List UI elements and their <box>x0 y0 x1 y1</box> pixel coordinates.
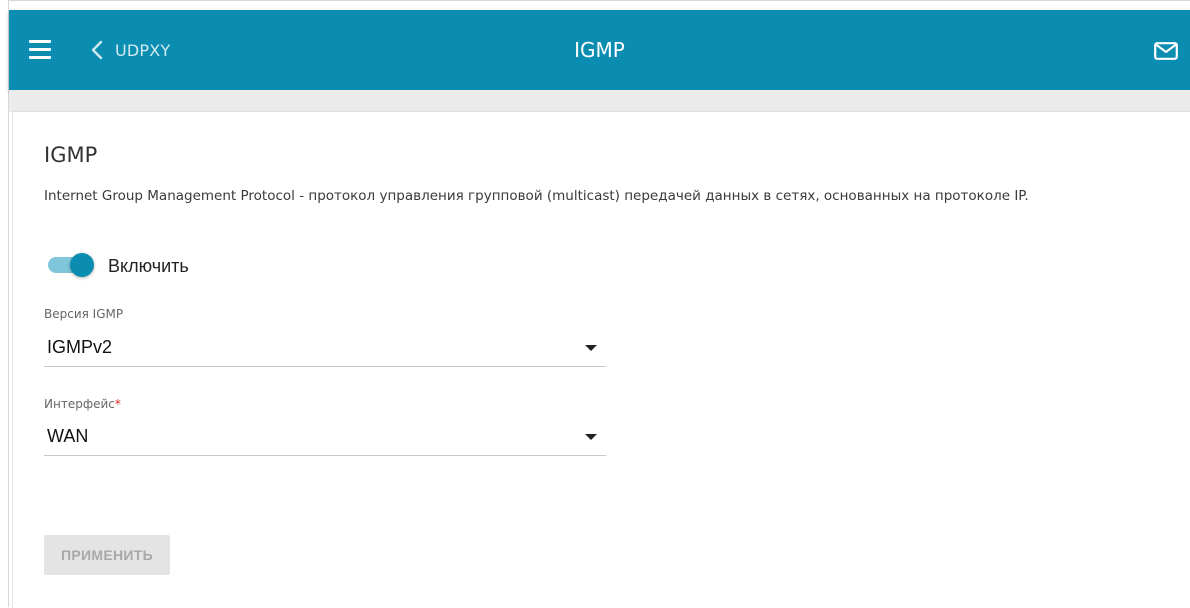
interface-value: WAN <box>47 426 89 446</box>
apply-button[interactable]: ПРИМЕНИТЬ <box>44 535 170 575</box>
igmp-version-select[interactable]: IGMPv2 <box>44 332 606 367</box>
top-bar: UDPXY IGMP <box>9 10 1190 90</box>
toggle-knob <box>70 253 94 277</box>
triangle-down-icon <box>585 434 597 440</box>
required-star: * <box>114 397 121 411</box>
enable-toggle[interactable] <box>48 253 94 277</box>
igmp-version-label: Версия IGMP <box>44 307 124 321</box>
interface-select[interactable]: WAN <box>44 421 606 456</box>
window-top-border <box>8 0 1190 1</box>
section-title: IGMP <box>44 143 98 167</box>
header-shadow-band <box>9 90 1190 112</box>
section-description: Internet Group Management Protocol - про… <box>44 188 1029 204</box>
app-window: UDPXY IGMP IGMP Internet Group Managemen… <box>0 0 1190 608</box>
envelope-icon[interactable] <box>1154 42 1178 60</box>
interface-label: Интерфейс* <box>44 396 121 412</box>
interface-label-text: Интерфейс <box>44 397 115 411</box>
igmp-version-value: IGMPv2 <box>47 337 113 357</box>
triangle-down-icon <box>585 345 597 351</box>
page-title: IGMP <box>574 38 625 62</box>
enable-toggle-label: Включить <box>108 256 189 276</box>
